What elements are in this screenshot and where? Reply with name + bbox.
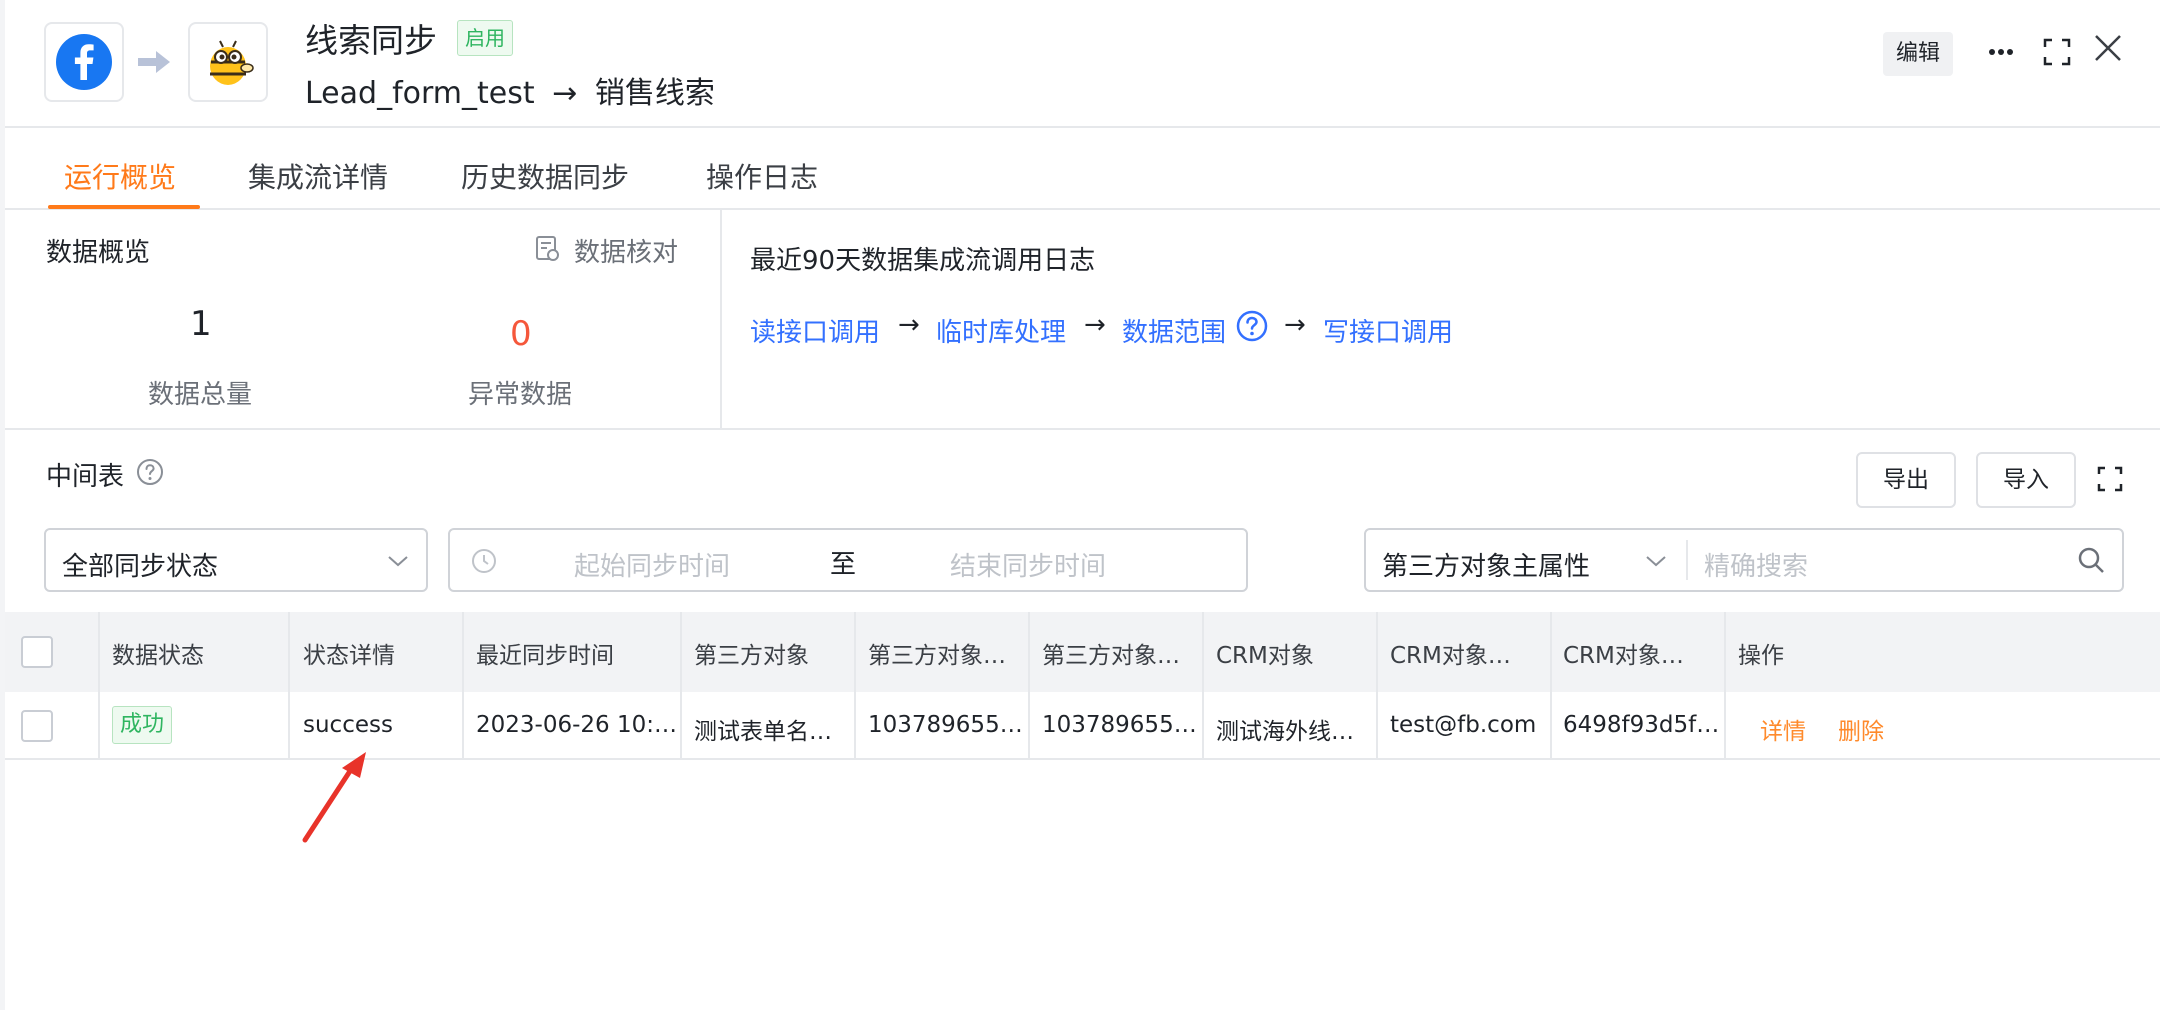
clock-icon	[472, 549, 496, 573]
column-separator	[854, 612, 856, 760]
reconcile-icon[interactable]	[535, 235, 561, 263]
page-title: 线索同步	[305, 21, 437, 60]
overview-divider	[720, 210, 722, 430]
column-header[interactable]: 数据状态	[112, 636, 204, 670]
flow-description: Lead_form_test → 销售线索	[305, 68, 715, 112]
target-object: 销售线索	[594, 76, 715, 111]
column-header[interactable]: 第三方对象…	[868, 636, 1006, 670]
status-detail-cell: success	[303, 712, 393, 738]
facebook-app-icon	[44, 22, 124, 102]
search-field-value: 第三方对象主属性	[1382, 552, 1591, 582]
column-header[interactable]: CRM对象	[1216, 636, 1314, 670]
edit-button[interactable]: 编辑	[1883, 32, 1953, 76]
column-header[interactable]: 状态详情	[303, 636, 395, 670]
column-header[interactable]: 最近同步时间	[476, 636, 614, 670]
status-badge: 启用	[457, 20, 513, 56]
column-header[interactable]: 第三方对象…	[1042, 636, 1180, 670]
row-checkbox[interactable]	[21, 710, 53, 742]
annotation-arrow-icon	[302, 752, 366, 843]
third-party-object-cell: 测试表单名…	[694, 719, 832, 745]
help-icon[interactable]	[136, 458, 164, 486]
end-date-input[interactable]: 结束同步时间	[950, 546, 1106, 583]
column-header[interactable]: CRM对象…	[1390, 636, 1511, 670]
search-field-select[interactable]: 第三方对象主属性	[1366, 530, 1686, 590]
temp-db-process-link[interactable]: 临时库处理	[936, 312, 1066, 349]
active-tab-indicator	[48, 205, 200, 209]
column-separator	[1550, 612, 1552, 760]
column-separator	[1376, 612, 1378, 760]
detail-link[interactable]: 详情	[1760, 712, 1806, 746]
column-header: 操作	[1738, 643, 1784, 669]
third-party-object-cell: 103789655…	[868, 712, 1023, 738]
more-icon[interactable]	[1988, 44, 2014, 60]
column-separator	[288, 612, 290, 760]
select-all-checkbox[interactable]	[21, 636, 53, 668]
sync-status-select[interactable]: 全部同步状态	[44, 528, 428, 592]
source-object: Lead_form_test	[305, 76, 535, 111]
column-header[interactable]: 第三方对象	[694, 636, 809, 670]
tab-operation-log[interactable]: 操作日志	[706, 156, 818, 196]
facebook-icon	[56, 34, 112, 90]
search-icon[interactable]	[2076, 545, 2106, 575]
bee-mascot-icon	[210, 40, 254, 85]
intermediate-table-title: 中间表	[46, 462, 125, 492]
column-separator	[1028, 612, 1030, 760]
tab-run-overview[interactable]: 运行概览	[64, 156, 176, 196]
error-label: 异常数据	[468, 380, 573, 410]
error-value[interactable]: 0	[510, 314, 532, 354]
reconcile-link[interactable]: 数据核对	[574, 232, 678, 269]
export-button[interactable]: 导出	[1856, 452, 1956, 508]
chevron-down-icon	[1646, 556, 1666, 567]
total-value: 1	[190, 304, 212, 344]
third-party-object-cell: 103789655…	[1042, 712, 1197, 738]
left-edge	[0, 0, 5, 1010]
total-label: 数据总量	[148, 380, 253, 410]
date-range-separator: 至	[830, 550, 857, 580]
sync-time-cell: 2023-06-26 10:…	[476, 712, 677, 738]
flow-arrow: →	[552, 76, 578, 111]
chevron-down-icon	[388, 556, 408, 567]
sync-status-value: 全部同步状态	[62, 552, 219, 582]
crm-object-cell: 6498f93d5f…	[1563, 712, 1720, 738]
search-group: 第三方对象主属性 精确搜索	[1364, 528, 2124, 592]
search-input[interactable]: 精确搜索	[1704, 546, 1808, 583]
step-arrow: →	[898, 310, 920, 340]
tabs-divider	[5, 208, 2160, 210]
column-separator	[1202, 612, 1204, 760]
column-separator	[98, 612, 100, 760]
overview-bottom-divider	[5, 428, 2160, 430]
table-fullscreen-icon[interactable]	[2097, 466, 2123, 492]
help-icon[interactable]	[1236, 310, 1268, 342]
step-arrow: →	[1284, 310, 1306, 340]
overview-title: 数据概览	[46, 238, 151, 268]
column-separator	[1724, 612, 1726, 760]
data-range-link[interactable]: 数据范围	[1122, 312, 1226, 349]
crm-app-icon	[188, 22, 268, 102]
flow-direction-icon	[138, 51, 170, 73]
tab-flow-details[interactable]: 集成流详情	[248, 156, 388, 196]
read-api-call-link[interactable]: 读接口调用	[750, 312, 880, 349]
call-log-title: 最近90天数据集成流调用日志	[750, 246, 1096, 276]
search-divider	[1686, 540, 1688, 580]
crm-object-cell: test@fb.com	[1390, 712, 1537, 738]
write-api-call-link[interactable]: 写接口调用	[1323, 312, 1453, 349]
column-separator	[462, 612, 464, 760]
start-date-input[interactable]: 起始同步时间	[574, 546, 730, 583]
column-separator	[680, 612, 682, 760]
header-divider	[5, 126, 2160, 128]
status-badge: 成功	[112, 706, 173, 744]
step-arrow: →	[1084, 310, 1106, 340]
delete-link[interactable]: 删除	[1838, 712, 1884, 746]
crm-object-cell: 测试海外线…	[1216, 719, 1354, 745]
column-header[interactable]: CRM对象…	[1563, 636, 1684, 670]
import-button[interactable]: 导入	[1976, 452, 2076, 508]
fullscreen-icon[interactable]	[2043, 38, 2071, 66]
tab-history-sync[interactable]: 历史数据同步	[461, 156, 629, 196]
close-icon[interactable]	[2093, 33, 2123, 63]
sync-date-range[interactable]: 起始同步时间 至 结束同步时间	[448, 528, 1248, 592]
